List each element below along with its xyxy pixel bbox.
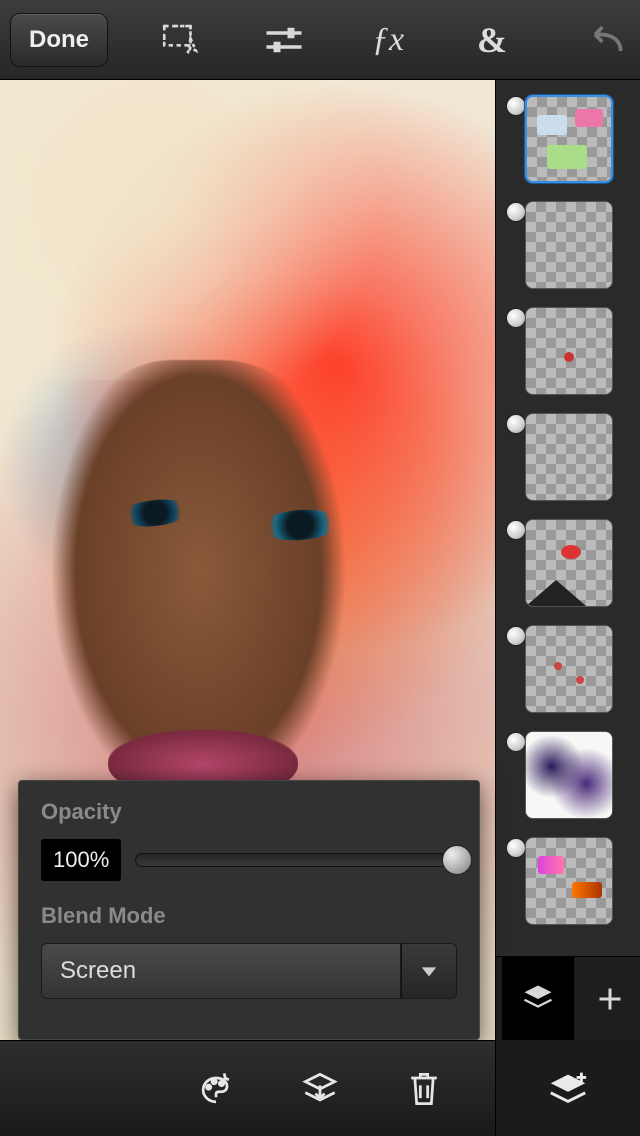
merge-down-icon[interactable] xyxy=(292,1061,348,1117)
layer-visibility-toggle[interactable] xyxy=(506,202,526,222)
opacity-label: Opacity xyxy=(41,799,457,825)
sidebar-actions xyxy=(496,956,640,1040)
slider-thumb[interactable] xyxy=(442,845,472,875)
layer-item[interactable] xyxy=(496,722,640,828)
layer-thumbnail xyxy=(525,731,613,819)
trash-icon[interactable] xyxy=(396,1061,452,1117)
done-button[interactable]: Done xyxy=(10,13,108,67)
layer-visibility-toggle[interactable] xyxy=(506,96,526,116)
layer-options-panel: Opacity 100% Blend Mode Screen xyxy=(18,780,480,1040)
layer-item[interactable] xyxy=(496,192,640,298)
top-toolbar: Done ƒx & xyxy=(0,0,640,80)
palette-share-icon[interactable] xyxy=(188,1061,244,1117)
layer-thumbnail xyxy=(525,201,613,289)
layer-thumbnail xyxy=(525,519,613,607)
layer-thumbnail xyxy=(525,95,613,183)
layer-item[interactable] xyxy=(496,510,640,616)
layer-visibility-toggle[interactable] xyxy=(506,732,526,752)
slider-track xyxy=(135,853,457,867)
layer-item[interactable] xyxy=(496,616,640,722)
add-layer-icon[interactable] xyxy=(586,975,634,1023)
layer-visibility-toggle[interactable] xyxy=(506,414,526,434)
layer-thumbnail xyxy=(525,307,613,395)
layers-panel-icon[interactable] xyxy=(502,957,574,1041)
layer-visibility-toggle[interactable] xyxy=(506,838,526,858)
blend-mode-select[interactable]: Screen xyxy=(41,943,401,999)
layer-thumbnail xyxy=(525,837,613,925)
layer-item[interactable] xyxy=(496,404,640,510)
layer-item[interactable] xyxy=(496,828,640,934)
layers-list[interactable] xyxy=(496,80,640,956)
layer-thumbnail xyxy=(525,413,613,501)
tool-icons-group: ƒx & xyxy=(156,16,516,64)
layer-visibility-toggle[interactable] xyxy=(506,626,526,646)
opacity-value: 100% xyxy=(41,839,121,881)
bottom-toolbar xyxy=(0,1040,640,1136)
opacity-slider[interactable] xyxy=(135,850,457,870)
blend-mode-label: Blend Mode xyxy=(41,903,457,929)
layer-item[interactable] xyxy=(496,86,640,192)
canvas-artwork xyxy=(0,80,495,380)
selection-tool-icon[interactable] xyxy=(156,16,204,64)
blend-mode-dropdown-icon[interactable] xyxy=(401,943,457,999)
layer-thumbnail xyxy=(525,625,613,713)
undo-icon[interactable] xyxy=(582,16,630,64)
layers-sidebar xyxy=(495,80,640,1040)
layer-visibility-toggle[interactable] xyxy=(506,520,526,540)
ampersand-tool-icon[interactable]: & xyxy=(468,16,516,64)
fx-tool-icon[interactable]: ƒx xyxy=(364,16,412,64)
adjustments-tool-icon[interactable] xyxy=(260,16,308,64)
layer-visibility-toggle[interactable] xyxy=(506,308,526,328)
new-layer-button[interactable] xyxy=(495,1040,640,1136)
layer-item[interactable] xyxy=(496,298,640,404)
